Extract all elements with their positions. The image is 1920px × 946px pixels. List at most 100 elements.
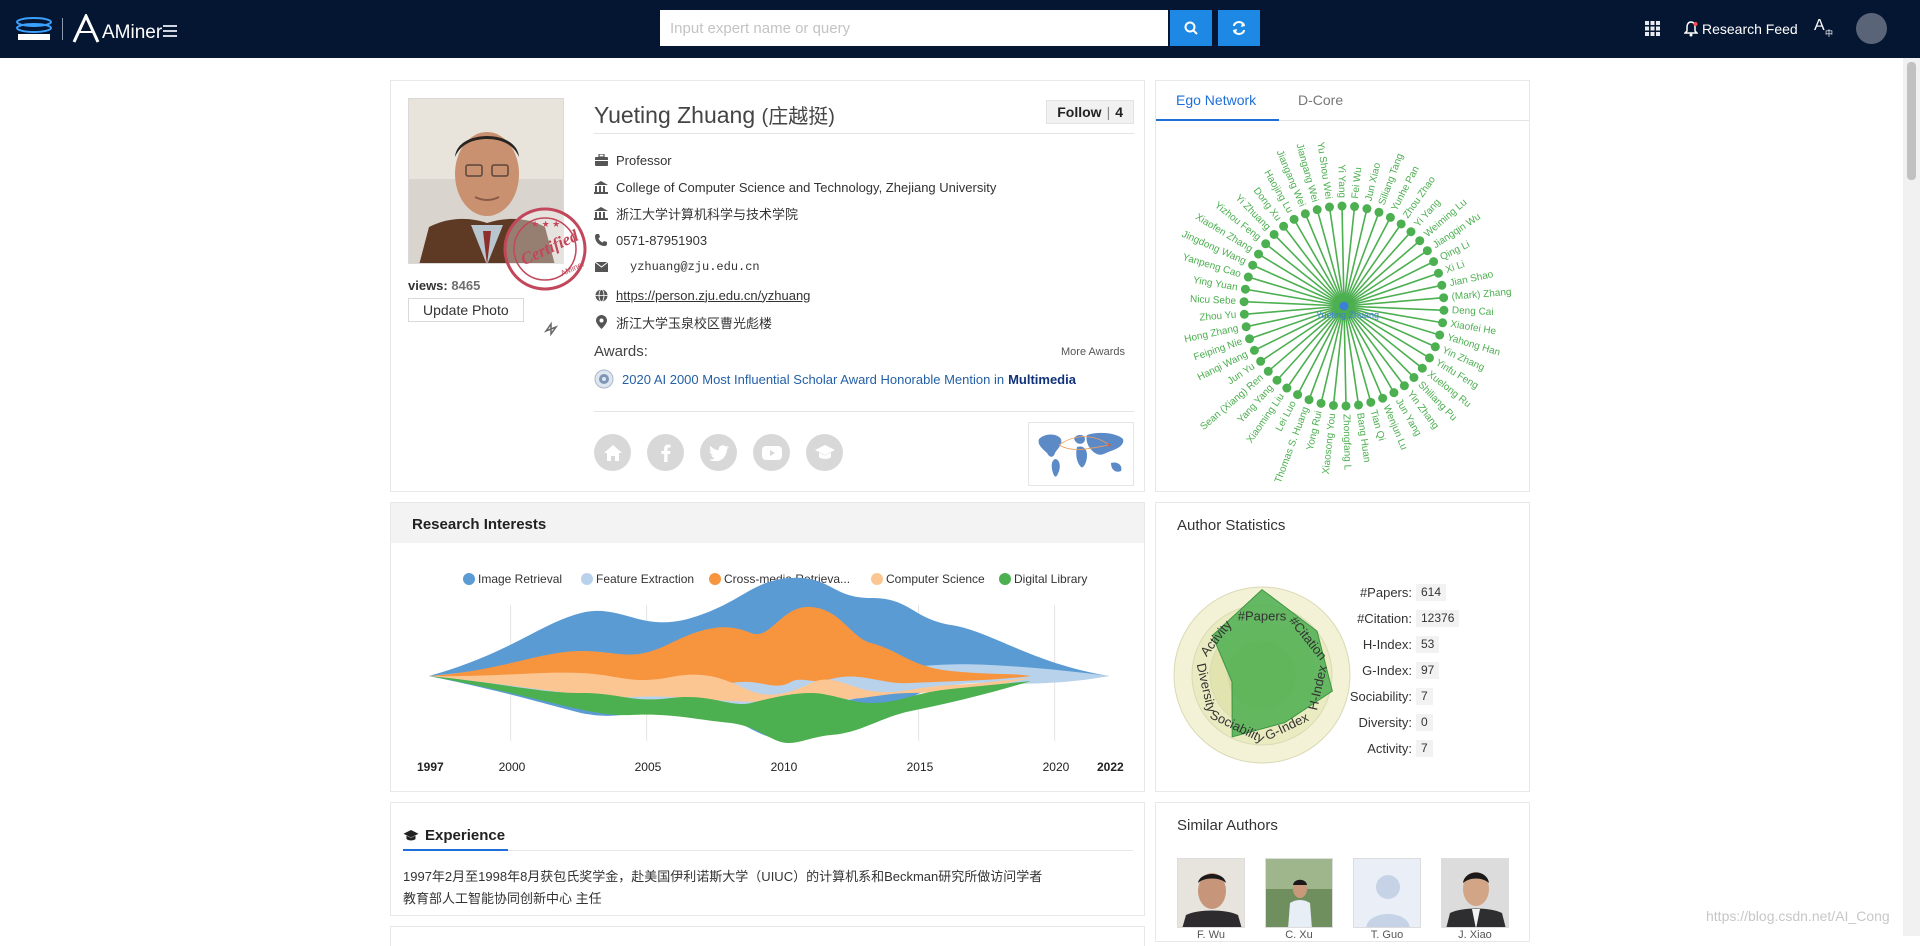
ego-node[interactable]	[1354, 400, 1364, 410]
legend-label[interactable]: Feature Extraction	[596, 572, 694, 586]
ego-node-label[interactable]: Deng Cai	[1452, 305, 1494, 318]
ego-node[interactable]	[1324, 202, 1334, 212]
tab-ego-network[interactable]: Ego Network	[1176, 92, 1256, 108]
ego-node[interactable]	[1438, 318, 1448, 328]
research-feed-link[interactable]: Research Feed	[1684, 0, 1798, 58]
ego-node[interactable]	[1263, 366, 1273, 376]
ego-node[interactable]	[1241, 322, 1251, 332]
ego-node[interactable]	[1269, 229, 1279, 239]
similar-author-photo[interactable]	[1441, 858, 1509, 928]
ego-node[interactable]	[1243, 272, 1253, 282]
scrollbar-thumb[interactable]	[1907, 62, 1916, 180]
ego-node[interactable]	[1239, 309, 1249, 319]
ego-node[interactable]	[1272, 375, 1282, 385]
ego-node[interactable]	[1385, 212, 1395, 222]
twitter-button[interactable]	[700, 434, 737, 471]
ego-node[interactable]	[1396, 219, 1406, 229]
ego-node[interactable]	[1415, 236, 1425, 246]
vicnet-logo-icon[interactable]	[14, 14, 54, 44]
ego-network-graph[interactable]: Yi Yang Fei Wu Jun XiaoSiliang TangYunhe P…	[1156, 121, 1529, 491]
ego-node[interactable]	[1378, 393, 1388, 403]
award-item[interactable]: 2020 AI 2000 Most Influential Scholar Aw…	[594, 369, 1076, 389]
ego-node-label[interactable]: Nicu Sebe	[1190, 294, 1237, 307]
similar-author-name[interactable]: T. Guo	[1353, 929, 1421, 941]
homepage-link[interactable]: https://person.zju.edu.cn/yzhuang	[616, 288, 810, 303]
ego-node[interactable]	[1406, 227, 1416, 237]
ego-node[interactable]	[1256, 356, 1266, 366]
ego-node[interactable]	[1261, 239, 1271, 249]
ego-node[interactable]	[1341, 401, 1351, 411]
similar-author-name[interactable]: C. Xu	[1265, 929, 1333, 941]
ego-node[interactable]	[1439, 305, 1449, 315]
scholar-button[interactable]	[806, 434, 843, 471]
ego-node[interactable]	[1249, 345, 1259, 355]
similar-author-photo[interactable]	[1265, 858, 1333, 928]
legend-label[interactable]: Digital Library	[1014, 572, 1087, 586]
ego-node[interactable]	[1293, 390, 1303, 400]
update-photo-button[interactable]: Update Photo	[408, 298, 524, 322]
apps-grid-icon[interactable]	[1645, 21, 1660, 36]
ego-node[interactable]	[1279, 221, 1289, 231]
ego-node-label[interactable]: Yi Yang	[1336, 164, 1348, 198]
ego-node[interactable]	[1289, 214, 1299, 224]
legend-label[interactable]: Computer Science	[886, 572, 985, 586]
user-avatar[interactable]	[1856, 13, 1887, 44]
ego-node[interactable]	[1399, 381, 1409, 391]
ego-node[interactable]	[1362, 204, 1372, 214]
ego-node[interactable]	[1422, 246, 1432, 256]
aminer-logo[interactable]: AMiner	[72, 12, 162, 46]
ego-node[interactable]	[1239, 297, 1249, 307]
ego-node[interactable]	[1435, 330, 1445, 340]
ego-node[interactable]	[1240, 284, 1250, 294]
ego-node[interactable]	[1245, 334, 1255, 344]
language-icon[interactable]: A 中	[1814, 14, 1836, 38]
ego-node[interactable]	[1337, 201, 1347, 211]
ego-node[interactable]	[1424, 353, 1434, 363]
ego-node-label[interactable]: Ying Yuan	[1192, 275, 1238, 293]
ego-node[interactable]	[1433, 268, 1443, 278]
youtube-button[interactable]	[753, 434, 790, 471]
ego-node[interactable]	[1430, 342, 1440, 352]
ego-node-label[interactable]: Xi Li	[1444, 259, 1466, 276]
ego-node[interactable]	[1374, 207, 1384, 217]
ego-node-label[interactable]: Xiaosong You	[1321, 413, 1338, 475]
ego-node[interactable]	[1254, 249, 1264, 259]
ego-node[interactable]	[1350, 202, 1360, 212]
ego-node-label[interactable]: Fei Wu	[1350, 167, 1364, 199]
search-button[interactable]	[1170, 10, 1212, 46]
similar-author-photo[interactable]	[1177, 858, 1245, 928]
switch-icon[interactable]	[543, 321, 559, 337]
ego-node[interactable]	[1366, 397, 1376, 407]
ego-node[interactable]	[1437, 280, 1447, 290]
ego-node-label[interactable]: Zhongfang L	[1341, 414, 1353, 471]
similar-author-name[interactable]: J. Xiao	[1441, 929, 1509, 941]
search-input[interactable]	[660, 10, 1168, 46]
menu-icon[interactable]	[163, 25, 177, 37]
ego-node[interactable]	[1316, 398, 1326, 408]
similar-author-photo[interactable]	[1353, 858, 1421, 928]
follow-button[interactable]: Follow | 4	[1046, 100, 1134, 124]
ego-node[interactable]	[1328, 400, 1338, 410]
switch-search-button[interactable]	[1218, 10, 1260, 46]
world-map-thumbnail[interactable]	[1028, 422, 1134, 486]
more-awards-link[interactable]: More Awards	[1061, 346, 1125, 358]
tab-d-core[interactable]: D-Core	[1298, 92, 1343, 108]
ego-node[interactable]	[1248, 260, 1258, 270]
ego-node[interactable]	[1439, 293, 1449, 303]
ego-node[interactable]	[1282, 383, 1292, 393]
ego-node[interactable]	[1312, 205, 1322, 215]
ego-node-label[interactable]: (Mark) Zhang	[1451, 287, 1512, 303]
ego-node[interactable]	[1429, 257, 1439, 267]
ego-node[interactable]	[1409, 373, 1419, 383]
legend-label[interactable]: Image Retrieval	[478, 572, 562, 586]
ego-node[interactable]	[1300, 209, 1310, 219]
page-scrollbar[interactable]	[1903, 58, 1920, 936]
ego-node-label[interactable]: Bang Huan	[1354, 412, 1372, 463]
ego-node[interactable]	[1389, 388, 1399, 398]
ego-node-label[interactable]: Zhou Yu	[1199, 310, 1237, 324]
homepage-social-button[interactable]	[594, 434, 631, 471]
ego-node[interactable]	[1417, 363, 1427, 373]
facebook-button[interactable]	[647, 434, 684, 471]
ego-node[interactable]	[1304, 395, 1314, 405]
research-interests-chart[interactable]: Image RetrievalFeature ExtractionCross-m…	[391, 543, 1144, 791]
